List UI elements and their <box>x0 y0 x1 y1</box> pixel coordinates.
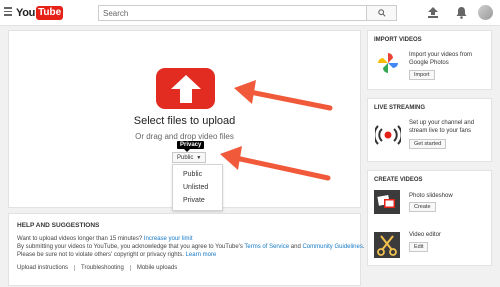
google-photos-icon <box>378 53 398 73</box>
help-line-limit: Want to upload videos longer than 15 min… <box>17 236 193 242</box>
mobile-uploads-link[interactable]: Mobile uploads <box>137 265 183 271</box>
help-line-terms: By submitting your videos to YouTube, yo… <box>17 244 365 250</box>
create-videos-title: CREATE VIDEOS <box>374 177 423 183</box>
search-icon <box>377 9 386 17</box>
video-editor-thumbnail[interactable] <box>374 232 400 258</box>
privacy-options-menu: Public Unlisted Private <box>172 164 223 211</box>
search-input[interactable] <box>98 5 366 21</box>
live-streaming-description: Set up your channel and stream live to y… <box>409 120 475 134</box>
drag-drop-text: Or drag and drop video files <box>135 132 234 141</box>
live-streaming-title: LIVE STREAMING <box>374 105 426 111</box>
troubleshooting-link[interactable]: Troubleshooting <box>81 265 131 271</box>
live-broadcast-icon <box>375 125 401 145</box>
privacy-option-unlisted[interactable]: Unlisted <box>173 181 222 194</box>
upload-icon[interactable] <box>428 7 438 18</box>
live-streaming-card: LIVE STREAMING Set up your channel and s… <box>367 98 492 162</box>
help-and-text: and <box>290 244 301 250</box>
top-bar: You Tube <box>0 0 500 26</box>
create-slideshow-button[interactable]: Create <box>409 202 436 212</box>
video-editor-label: Video editor <box>409 232 441 238</box>
search-bar <box>98 5 397 21</box>
help-title: HELP AND SUGGESTIONS <box>17 222 100 229</box>
import-videos-card: IMPORT VIDEOS Import your videos from Go… <box>367 30 492 90</box>
community-guidelines-link[interactable]: Community Guidelines <box>302 244 362 250</box>
help-links-row: Upload instructions Troubleshooting Mobi… <box>17 265 189 271</box>
privacy-selected-value: Public <box>177 154 194 161</box>
logo-tube-text: Tube <box>36 5 64 20</box>
help-line-copyright: Please be sure not to violate others' co… <box>17 252 216 258</box>
account-avatar[interactable] <box>478 5 493 20</box>
help-terms-text: By submitting your videos to YouTube, yo… <box>17 244 243 250</box>
privacy-option-public[interactable]: Public <box>173 168 222 181</box>
import-videos-title: IMPORT VIDEOS <box>374 37 422 43</box>
create-videos-card: CREATE VIDEOS Photo slideshow Create Vid… <box>367 170 492 266</box>
upload-panel: Select files to upload Or drag and drop … <box>8 30 361 211</box>
slideshow-icon <box>377 195 395 208</box>
help-copyright-text: Please be sure not to violate others' co… <box>17 252 184 258</box>
help-period: . <box>362 244 365 250</box>
select-files-upload-button[interactable] <box>156 68 215 109</box>
chevron-down-icon: ▼ <box>196 154 202 161</box>
hamburger-menu-icon[interactable] <box>4 7 12 17</box>
help-limit-text: Want to upload videos longer than 15 min… <box>17 236 143 242</box>
logo-you-text: You <box>16 6 36 19</box>
upload-instructions-link[interactable]: Upload instructions <box>17 265 76 271</box>
photo-slideshow-label: Photo slideshow <box>409 193 453 199</box>
youtube-logo[interactable]: You Tube <box>16 5 64 20</box>
upload-arrow-icon <box>170 74 201 103</box>
import-videos-description: Import your videos from Google Photos <box>409 52 473 66</box>
learn-more-link[interactable]: Learn more <box>186 252 217 258</box>
increase-limit-link[interactable]: Increase your limit <box>144 236 193 242</box>
scissors-icon <box>377 235 397 256</box>
privacy-option-private[interactable]: Private <box>173 194 222 207</box>
edit-video-button[interactable]: Edit <box>409 242 429 252</box>
privacy-tooltip: Privacy <box>177 141 205 152</box>
terms-of-service-link[interactable]: Terms of Service <box>244 244 289 250</box>
import-button[interactable]: Import <box>409 70 435 80</box>
photo-slideshow-thumbnail[interactable] <box>374 190 400 214</box>
search-button[interactable] <box>366 5 397 21</box>
privacy-dropdown[interactable]: Public ▼ <box>172 152 207 163</box>
select-files-text: Select files to upload <box>133 115 236 127</box>
help-suggestions-panel: HELP AND SUGGESTIONS Want to upload vide… <box>8 213 365 286</box>
notifications-bell-icon[interactable] <box>456 6 467 19</box>
get-started-button[interactable]: Get started <box>409 139 447 149</box>
